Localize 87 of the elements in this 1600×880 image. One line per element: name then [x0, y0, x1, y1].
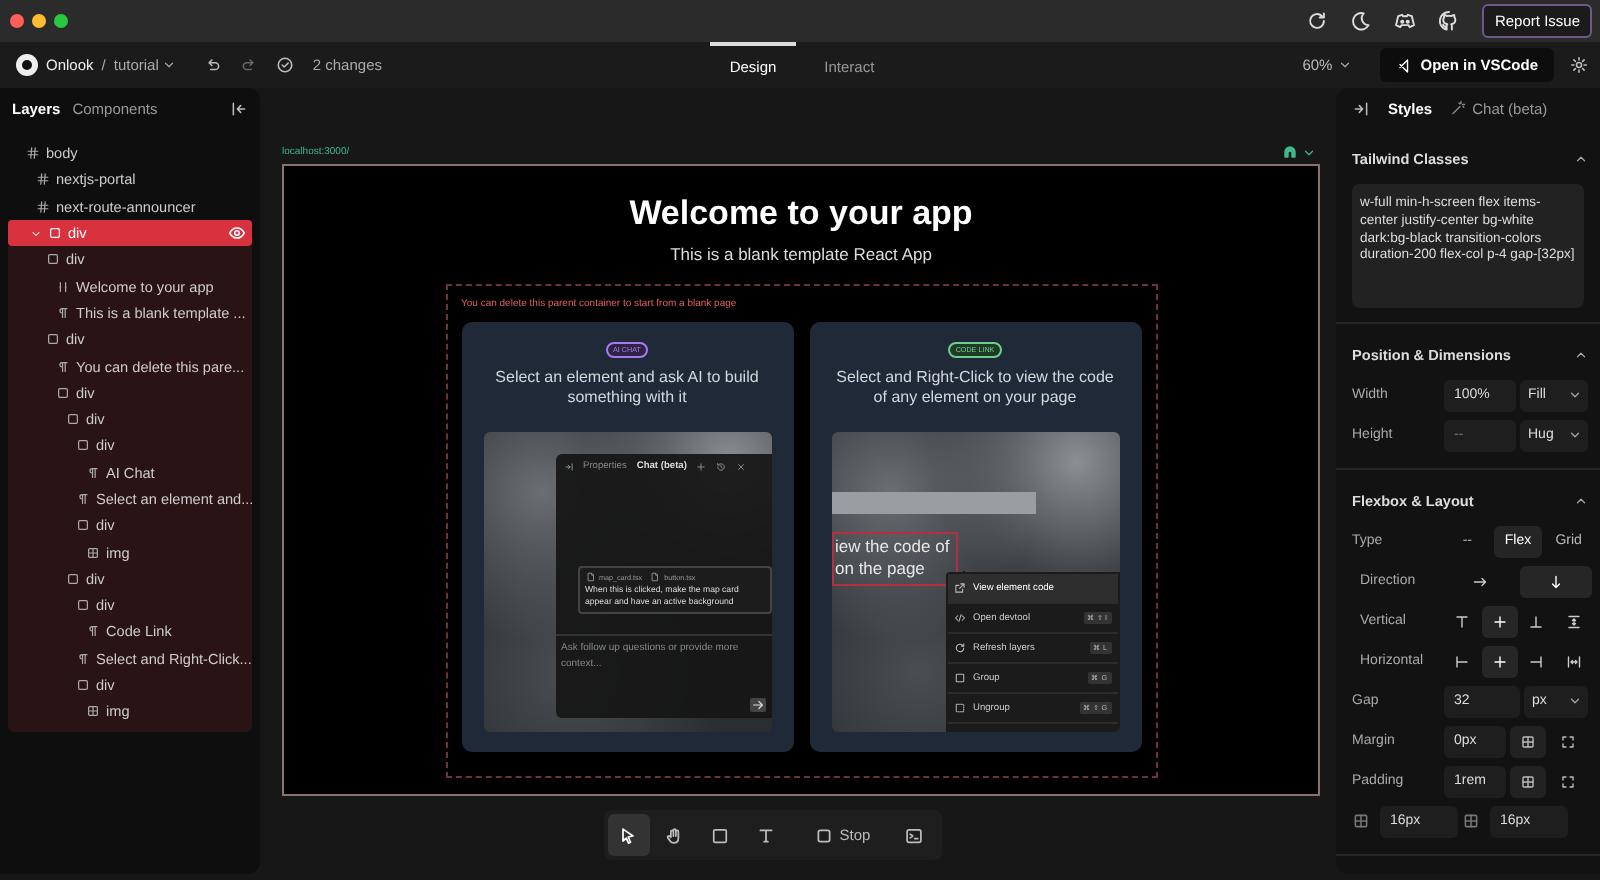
text-icon — [86, 624, 100, 639]
caret-icon — [1574, 151, 1588, 165]
grid-icon — [1520, 773, 1536, 789]
align-icon — [1566, 653, 1583, 669]
caret-icon — [1338, 58, 1353, 72]
text-icon — [76, 651, 90, 666]
align-button[interactable] — [1481, 645, 1517, 677]
terminal-icon — [903, 825, 924, 845]
page-heading: Welcome to your app — [629, 194, 973, 234]
caret-icon — [1568, 428, 1582, 442]
history-icon — [716, 461, 727, 471]
page-text: iew the code of — [835, 536, 950, 559]
align-icon — [1528, 653, 1545, 669]
file-icon — [650, 572, 661, 582]
component-icon — [26, 146, 40, 161]
visibility-icon[interactable] — [228, 224, 246, 243]
align-icon — [1472, 573, 1489, 589]
page-subheading: This is a blank template React App — [670, 244, 932, 264]
text-icon — [76, 492, 90, 506]
text-icon — [56, 359, 70, 374]
github-icon[interactable] — [1438, 10, 1461, 32]
image-icon — [86, 545, 100, 560]
component-icon — [36, 199, 50, 214]
align-icon — [1453, 613, 1470, 629]
caret-icon — [1568, 388, 1582, 402]
square-icon — [710, 825, 731, 845]
minimize-button[interactable] — [32, 14, 46, 28]
sides-button[interactable] — [1510, 725, 1546, 757]
group-icon — [953, 672, 965, 684]
expand-panel-icon[interactable] — [1352, 99, 1370, 117]
logo-icon[interactable] — [16, 54, 38, 76]
pointer-icon — [618, 825, 639, 845]
text-icon — [86, 465, 100, 480]
user-icon[interactable] — [1282, 144, 1298, 160]
align-icon — [1453, 653, 1470, 669]
align-button[interactable] — [1481, 605, 1517, 637]
side-icon — [1462, 812, 1480, 830]
caret-icon — [1568, 694, 1582, 708]
sides-button[interactable] — [1510, 765, 1546, 797]
grid-icon — [1520, 733, 1536, 749]
vscode-icon — [1396, 57, 1413, 73]
refresh-icon — [953, 642, 965, 654]
card-title: Select an element and ask AI to build something with it — [493, 368, 761, 411]
devtool-icon — [953, 612, 965, 624]
discord-icon[interactable] — [1394, 10, 1417, 32]
collapse-panel-icon[interactable] — [230, 99, 248, 117]
check-circle-icon — [276, 56, 295, 74]
page-text: on the page — [835, 558, 927, 582]
card-title: Select and Right-Click to view the code of any element on your page — [834, 368, 1116, 411]
align-icon — [1491, 613, 1508, 629]
file-icon — [585, 572, 595, 582]
image-icon — [86, 704, 100, 719]
heading-icon — [56, 279, 70, 294]
undo-icon[interactable] — [204, 56, 223, 74]
align-icon — [1547, 573, 1564, 589]
corners-icon — [1560, 773, 1576, 789]
div-icon — [76, 518, 90, 533]
hand-icon — [664, 825, 685, 845]
square-icon — [813, 825, 834, 845]
caret-icon — [162, 58, 177, 72]
close-icon — [736, 461, 747, 471]
moon-icon[interactable] — [1350, 10, 1373, 32]
settings-icon[interactable] — [1570, 56, 1588, 74]
caret-icon — [1574, 493, 1588, 507]
plus-icon — [696, 461, 707, 471]
ungroup-icon — [953, 702, 965, 714]
div-icon — [76, 678, 90, 693]
align-icon — [1566, 613, 1583, 629]
corners-icon — [1560, 733, 1576, 749]
caret-icon — [1574, 347, 1588, 361]
component-icon — [36, 172, 50, 187]
text-icon — [56, 305, 70, 320]
align-icon — [1528, 613, 1545, 629]
view-icon — [953, 582, 965, 594]
text-icon — [756, 825, 777, 845]
div-icon — [46, 332, 60, 347]
close-button[interactable] — [10, 14, 24, 28]
caret-icon[interactable] — [1302, 145, 1316, 159]
send-icon — [749, 698, 765, 712]
tool-button[interactable] — [607, 814, 650, 856]
refresh-icon[interactable] — [1306, 10, 1329, 32]
redo-icon[interactable] — [240, 56, 259, 74]
expand-icon — [563, 461, 573, 471]
wand-icon — [1450, 100, 1467, 116]
side-icon — [1352, 812, 1370, 830]
align-icon — [1491, 653, 1508, 669]
maximize-button[interactable] — [54, 14, 68, 28]
